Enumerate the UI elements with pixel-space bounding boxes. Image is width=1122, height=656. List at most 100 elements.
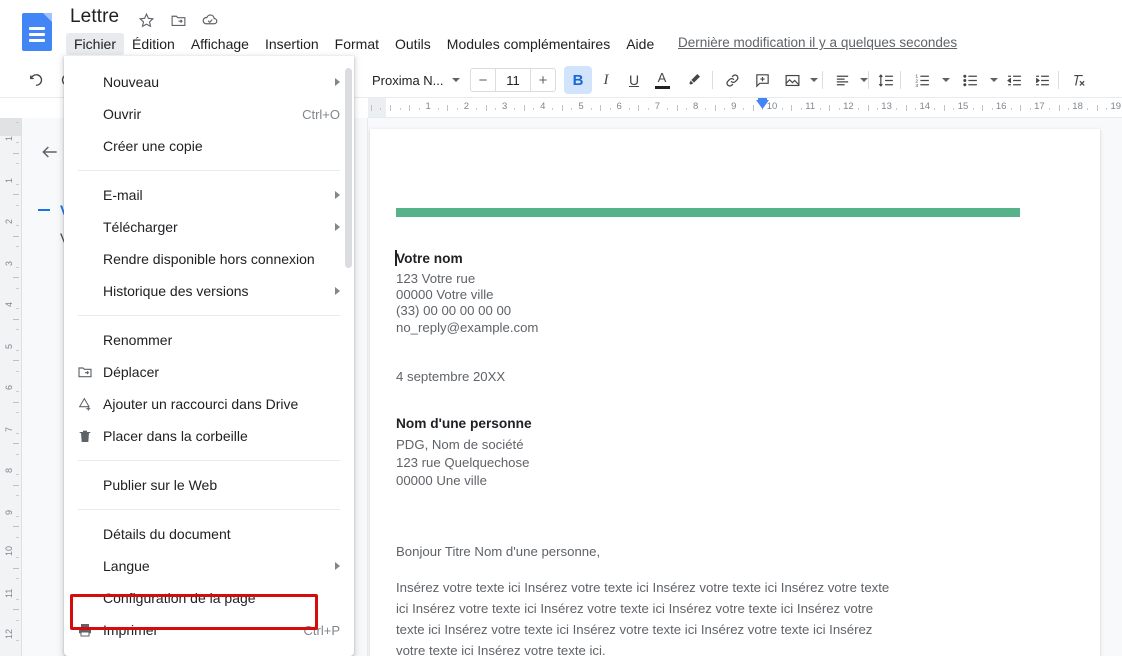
- menu-separator: [78, 509, 340, 510]
- ruler-subtick: [16, 515, 19, 517]
- star-icon[interactable]: [136, 10, 156, 30]
- comment-icon[interactable]: [748, 66, 776, 94]
- ruler-subtick: [857, 108, 859, 110]
- undo-icon[interactable]: [22, 66, 50, 94]
- menu-fichier[interactable]: Fichier: [66, 33, 125, 55]
- move-to-folder-icon[interactable]: [168, 10, 188, 30]
- sender-address-line: 123 Votre rue: [396, 271, 476, 286]
- add-shortcut-drive-icon: [76, 395, 94, 413]
- file-menu-item-renommer[interactable]: Renommer: [64, 324, 354, 356]
- ruler-tick: [13, 152, 19, 154]
- divider: [900, 71, 901, 89]
- ruler-tick-label: 2: [4, 218, 14, 224]
- sender-address: 123 Votre rue 00000 Votre ville (33) 00 …: [396, 271, 538, 336]
- accent-bar: [396, 208, 1020, 217]
- move-folder-icon: [76, 363, 94, 381]
- ruler-subtick: [1029, 108, 1031, 110]
- file-menu-item-placer-dans-la-corbeille[interactable]: Placer dans la corbeille: [64, 420, 354, 452]
- file-menu-item-t-l-charger[interactable]: Télécharger: [64, 211, 354, 243]
- divider: [1058, 71, 1059, 89]
- file-menu-item-publier-sur-le-web[interactable]: Publier sur le Web: [64, 469, 354, 501]
- file-menu-item-label: Créer une copie: [103, 138, 203, 154]
- file-menu-item-configuration-de-la-page[interactable]: Configuration de la page: [64, 582, 354, 614]
- google-docs-logo[interactable]: [22, 13, 52, 51]
- last-modified-link[interactable]: Dernière modification il y a quelques se…: [678, 35, 957, 50]
- menu-outils[interactable]: Outils: [387, 33, 439, 55]
- document-title[interactable]: Lettre: [70, 6, 119, 28]
- file-menu-dropdown[interactable]: Nouveau Ouvrir Ctrl+O Créer une copie E-mail…: [64, 56, 354, 656]
- decrease-font-size-button[interactable]: −: [471, 72, 495, 89]
- menu-edition[interactable]: Édition: [124, 33, 183, 55]
- text-color-button[interactable]: A: [648, 66, 676, 94]
- file-menu-item-ajouter-un-raccourci-dans-drive[interactable]: Ajouter un raccourci dans Drive: [64, 388, 354, 420]
- font-size-value[interactable]: 11: [496, 73, 530, 88]
- menu-affichage[interactable]: Affichage: [183, 33, 257, 55]
- file-menu-item-label: Nouveau: [103, 74, 160, 90]
- print-icon: [76, 621, 94, 639]
- font-size-stepper[interactable]: − 11 +: [470, 68, 556, 92]
- file-menu-item-d-tails-du-document[interactable]: Détails du document: [64, 518, 354, 550]
- link-icon[interactable]: [718, 66, 746, 94]
- ruler-tick: [982, 105, 984, 111]
- file-menu-item-label: Placer dans la corbeille: [103, 428, 248, 444]
- text-color-letter: A: [657, 69, 667, 85]
- vertical-ruler[interactable]: 1 1 2 3 4 5 6 7 8 9 10 11 12: [0, 118, 22, 656]
- ruler-subtick: [533, 108, 535, 110]
- bold-button[interactable]: B: [564, 66, 592, 94]
- ruler-subtick: [16, 266, 19, 268]
- submenu-arrow-icon: [335, 191, 340, 199]
- ruler-subtick: [915, 108, 917, 110]
- ruler-tick: [370, 105, 372, 111]
- ruler-tick-label: 6: [616, 101, 622, 112]
- recipient-address-line: 00000 Une ville: [396, 473, 487, 488]
- file-menu-item-cr-er-une-copie[interactable]: Créer une copie: [64, 130, 354, 162]
- ruler-tick-label: 8: [692, 101, 699, 112]
- decrease-indent-icon[interactable]: [1000, 66, 1028, 94]
- increase-font-size-button[interactable]: +: [531, 72, 555, 89]
- italic-button[interactable]: I: [592, 66, 620, 94]
- ruler-tick-label: 1: [4, 177, 14, 183]
- ruler-tick: [380, 108, 382, 110]
- insert-image-dropdown-icon[interactable]: [800, 66, 828, 94]
- increase-indent-icon[interactable]: [1028, 66, 1056, 94]
- file-menu-item-label: Télécharger: [103, 219, 178, 235]
- trash-icon: [76, 427, 94, 445]
- ruler-subtick: [800, 108, 802, 110]
- ruler-tick: [523, 105, 525, 111]
- clear-formatting-icon[interactable]: [1064, 66, 1092, 94]
- document-canvas[interactable]: Votre nom 123 Votre rue 00000 Votre vill…: [368, 118, 1122, 656]
- letter-body: Insérez votre texte ici Insérez votre te…: [396, 580, 890, 656]
- ruler-subtick: [16, 474, 19, 476]
- file-menu-item-d-placer[interactable]: Déplacer: [64, 356, 354, 388]
- menu-insertion[interactable]: Insertion: [257, 33, 327, 55]
- ruler-tick: [561, 105, 563, 111]
- ruler-subtick: [1087, 108, 1089, 110]
- highlight-icon[interactable]: [680, 66, 708, 94]
- line-spacing-icon[interactable]: [872, 66, 900, 94]
- ruler-subtick: [705, 108, 707, 110]
- menu-aide[interactable]: Aide: [618, 33, 662, 55]
- file-menu-item-rendre-disponible-hors-connexion[interactable]: Rendre disponible hors connexion: [64, 243, 354, 275]
- menu-scrollbar[interactable]: [345, 68, 352, 268]
- cloud-saved-icon[interactable]: [200, 10, 220, 30]
- file-menu-item-label: Détails du document: [103, 526, 231, 542]
- menu-format[interactable]: Format: [327, 33, 387, 55]
- file-menu-item-nouveau[interactable]: Nouveau: [64, 66, 354, 98]
- top-bar: Lettre Fichier Édition Affichage Inserti…: [0, 0, 1122, 62]
- horizontal-ruler[interactable]: 1 2 3 4 5 6 7 8 9 10 11 12 13 14 15 16 17 18 19: [368, 98, 1122, 118]
- underline-button[interactable]: U: [620, 66, 648, 94]
- file-menu-item-ouvrir[interactable]: Ouvrir Ctrl+O: [64, 98, 354, 130]
- file-menu-item-historique-des-versions[interactable]: Historique des versions: [64, 275, 354, 307]
- file-menu-item-label: Historique des versions: [103, 283, 249, 299]
- font-family-select[interactable]: Proxima N...: [370, 69, 462, 91]
- file-menu-item-e-mail[interactable]: E-mail: [64, 179, 354, 211]
- menu-modules-complementaires[interactable]: Modules complémentaires: [439, 33, 618, 55]
- back-arrow-icon[interactable]: [34, 136, 66, 168]
- ruler-tick: [409, 105, 411, 111]
- file-menu-item-imprimer[interactable]: Imprimer Ctrl+P: [64, 614, 354, 646]
- ruler-tick-label: 18: [1072, 101, 1083, 112]
- document-page[interactable]: Votre nom 123 Votre rue 00000 Votre vill…: [370, 129, 1100, 656]
- ruler-subtick: [495, 108, 497, 110]
- file-menu-item-langue[interactable]: Langue: [64, 550, 354, 582]
- file-menu-item-label: Configuration de la page: [103, 590, 256, 606]
